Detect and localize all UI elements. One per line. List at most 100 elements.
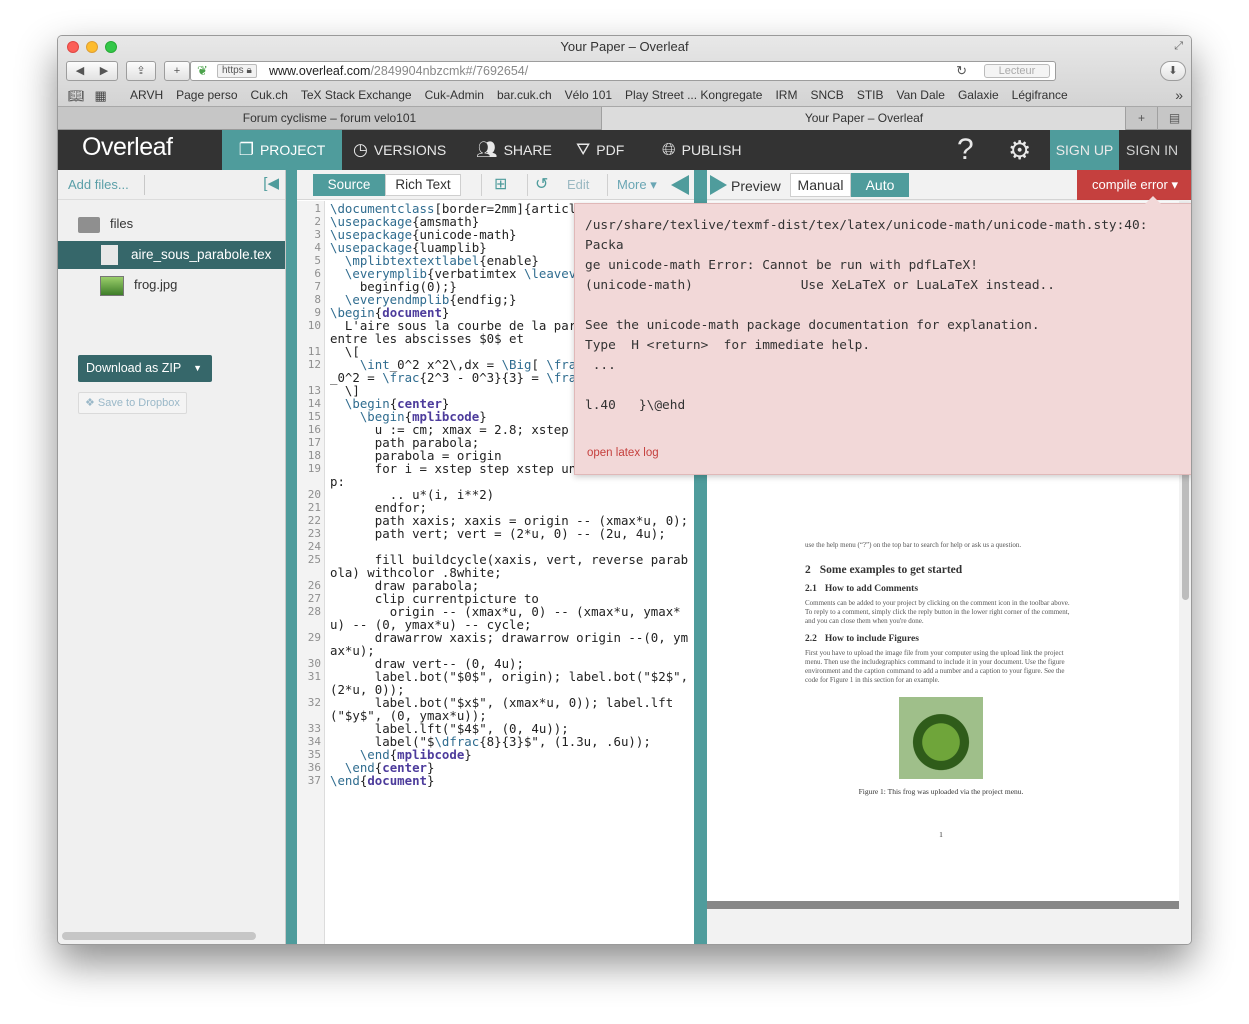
file-aire-sous-parabole[interactable]: aire_sous_parabole.tex [58,241,285,269]
gear-icon[interactable]: ⚙ [1008,130,1031,170]
manual-compile-button[interactable]: Manual [790,173,851,197]
signin-button[interactable]: SIGN IN [1126,130,1178,170]
subsection-heading: 2.1 How to add Comments [805,584,919,594]
reader-button[interactable]: Lecteur [984,64,1050,78]
bookmark-item[interactable]: Galaxie [958,88,999,102]
back-arrow-icon[interactable]: ◀ [68,62,92,80]
add-bookmark-button[interactable]: + [164,61,190,81]
collapse-editor-icon[interactable] [671,175,689,195]
open-latex-log-link[interactable]: open latex log [587,447,659,459]
bookmark-item[interactable]: Van Dale [896,88,944,102]
help-icon[interactable]: ? [957,130,974,170]
bookmark-item[interactable]: TeX Stack Exchange [301,88,412,102]
code-line[interactable]: 25 fill buildcycle(xaxis, vert, reverse … [297,553,694,579]
bookmark-item[interactable]: Légifrance [1012,88,1068,102]
nav-versions[interactable]: ◷ VERSIONS [353,130,446,170]
code-line[interactable]: 31 label.bot("$0$", origin); label.bot("… [297,670,694,696]
popup-arrow [1145,196,1161,204]
auto-compile-button[interactable]: Auto [851,173,909,197]
line-number: 6 [314,267,321,280]
code-line[interactable]: 29 drawarrow xaxis; drawarrow origin --(… [297,631,694,657]
bookmark-item[interactable]: Cuk-Admin [425,88,484,102]
file-frog-jpg[interactable]: frog.jpg [58,271,285,299]
preview-label[interactable]: Preview [731,178,781,194]
collapse-panel-icon[interactable]: [◀ [263,174,279,192]
source-mode-button[interactable]: Source [313,174,385,196]
divider [481,174,482,196]
code-line[interactable]: 37 \end{document} [297,774,694,787]
editor-toolbar: Source Rich Text ⊞ ↺ Edit More ▾ [297,170,694,200]
error-log-text: /usr/share/texlive/texmf-dist/tex/latex/… [585,218,1148,413]
paper-content: use the help menu (“?”) on the top bar t… [805,541,1077,839]
download-zip-button[interactable]: Download as ZIP ▼ [78,355,212,382]
edit-menu[interactable]: Edit [567,177,589,192]
line-text: label.bot("$0$", origin); label.bot("$2$… [330,669,696,697]
bookmark-item[interactable]: Page perso [176,88,237,102]
line-number: 32 [307,696,321,709]
page-separator [707,901,1179,909]
compile-error-button[interactable]: compile error ▾ [1077,170,1191,200]
save-to-dropbox-button[interactable]: ❖ Save to Dropbox [78,392,187,414]
downloads-button[interactable]: ⬇ [1160,61,1186,81]
add-comment-icon[interactable]: ⊞ [494,174,507,194]
forward-arrow-icon[interactable]: ▶ [92,62,116,80]
bookmark-item[interactable]: ARVH [130,88,163,102]
nav-pdf[interactable]: ⛛ PDF [576,130,624,170]
tab-forum-velo101[interactable]: Forum cyclisme – forum velo101 [58,107,602,130]
code-line[interactable]: 32 label.bot("$x$", (xmax*u, 0)); label.… [297,696,694,722]
line-number: 24 [307,540,321,553]
line-text: origin -- (xmax*u, 0) -- (xmax*u, ymax*u… [330,604,681,632]
line-number: 31 [307,670,321,683]
nav-share[interactable]: 👥︎ SHARE [476,130,552,170]
code-line[interactable]: 23 path vert; vert = (2*u, 0) -- (2u, 4u… [297,527,694,540]
line-number: 18 [307,449,321,462]
bookmark-item[interactable]: Vélo 101 [565,88,612,102]
expand-preview-icon[interactable] [710,175,727,195]
bookmark-book-icon[interactable]: 📖︎▦ [68,88,117,104]
left-pane-divider[interactable] [286,170,297,944]
horizontal-scrollbar[interactable] [62,932,256,940]
preview-toolbar: Preview Manual Auto compile error ▾ [707,170,1191,200]
reload-icon[interactable]: ↻ [956,62,967,80]
bookmark-item[interactable]: Cuk.ch [251,88,288,102]
divider [607,174,608,196]
add-files-link[interactable]: Add files... [68,177,129,192]
window-title: Your Paper – Overleaf [560,39,689,54]
signup-button[interactable]: SIGN UP [1050,130,1119,170]
overleaf-logo[interactable]: Overleaf [82,133,173,162]
line-text: drawarrow xaxis; drawarrow origin --(0, … [330,630,689,658]
url-text[interactable]: www.overleaf.com/2849904nbzcmk#/7692654/ [269,62,528,80]
bookmark-item[interactable]: Play Street ... Kongregate [625,88,762,102]
new-tab-icon[interactable]: + [1125,107,1157,130]
line-number: 21 [307,501,321,514]
history-icon[interactable]: ↺ [535,174,548,194]
back-forward-buttons[interactable]: ◀ ▶ [66,61,118,81]
tab-overview-icon[interactable]: ▤ [1157,107,1191,130]
bookmark-item[interactable]: bar.cuk.ch [497,88,552,102]
line-number: 17 [307,436,321,449]
bookmark-item[interactable]: STIB [857,88,884,102]
line-number: 20 [307,488,321,501]
bookmark-item[interactable]: IRM [775,88,797,102]
line-number: 23 [307,527,321,540]
share-page-button[interactable]: ⇪ [126,61,156,81]
address-bar[interactable]: ❦ https 🔒︎ www.overleaf.com/2849904nbzcm… [190,61,1056,81]
more-bookmarks-icon[interactable]: » [1175,87,1183,103]
browser-window: Your Paper – Overleaf ⤢ ◀ ▶ ⇪ + ❦ https 🔒… [57,35,1192,945]
lock-icon: 🔒︎ [246,65,252,76]
tab-bar: Forum cyclisme – forum velo101 Your Pape… [58,106,1191,130]
nav-publish[interactable]: 🌐︎ PUBLISH [662,130,742,170]
code-line[interactable]: 28 origin -- (xmax*u, 0) -- (xmax*u, yma… [297,605,694,631]
line-number: 35 [307,748,321,761]
rich-text-mode-button[interactable]: Rich Text [385,174,461,196]
bookmark-item[interactable]: SNCB [810,88,843,102]
project-icon: ❐ [238,140,254,159]
folder-files[interactable]: files [78,216,133,233]
nav-project[interactable]: ❐ PROJECT [222,130,342,170]
fullscreen-icon[interactable]: ⤢ [1174,40,1183,53]
line-number: 22 [307,514,321,527]
more-menu[interactable]: More ▾ [617,177,657,193]
tab-your-paper[interactable]: Your Paper – Overleaf [602,107,1126,130]
divider [527,174,528,196]
line-text: label.bot("$x$", (xmax*u, 0)); label.lft… [330,695,674,723]
